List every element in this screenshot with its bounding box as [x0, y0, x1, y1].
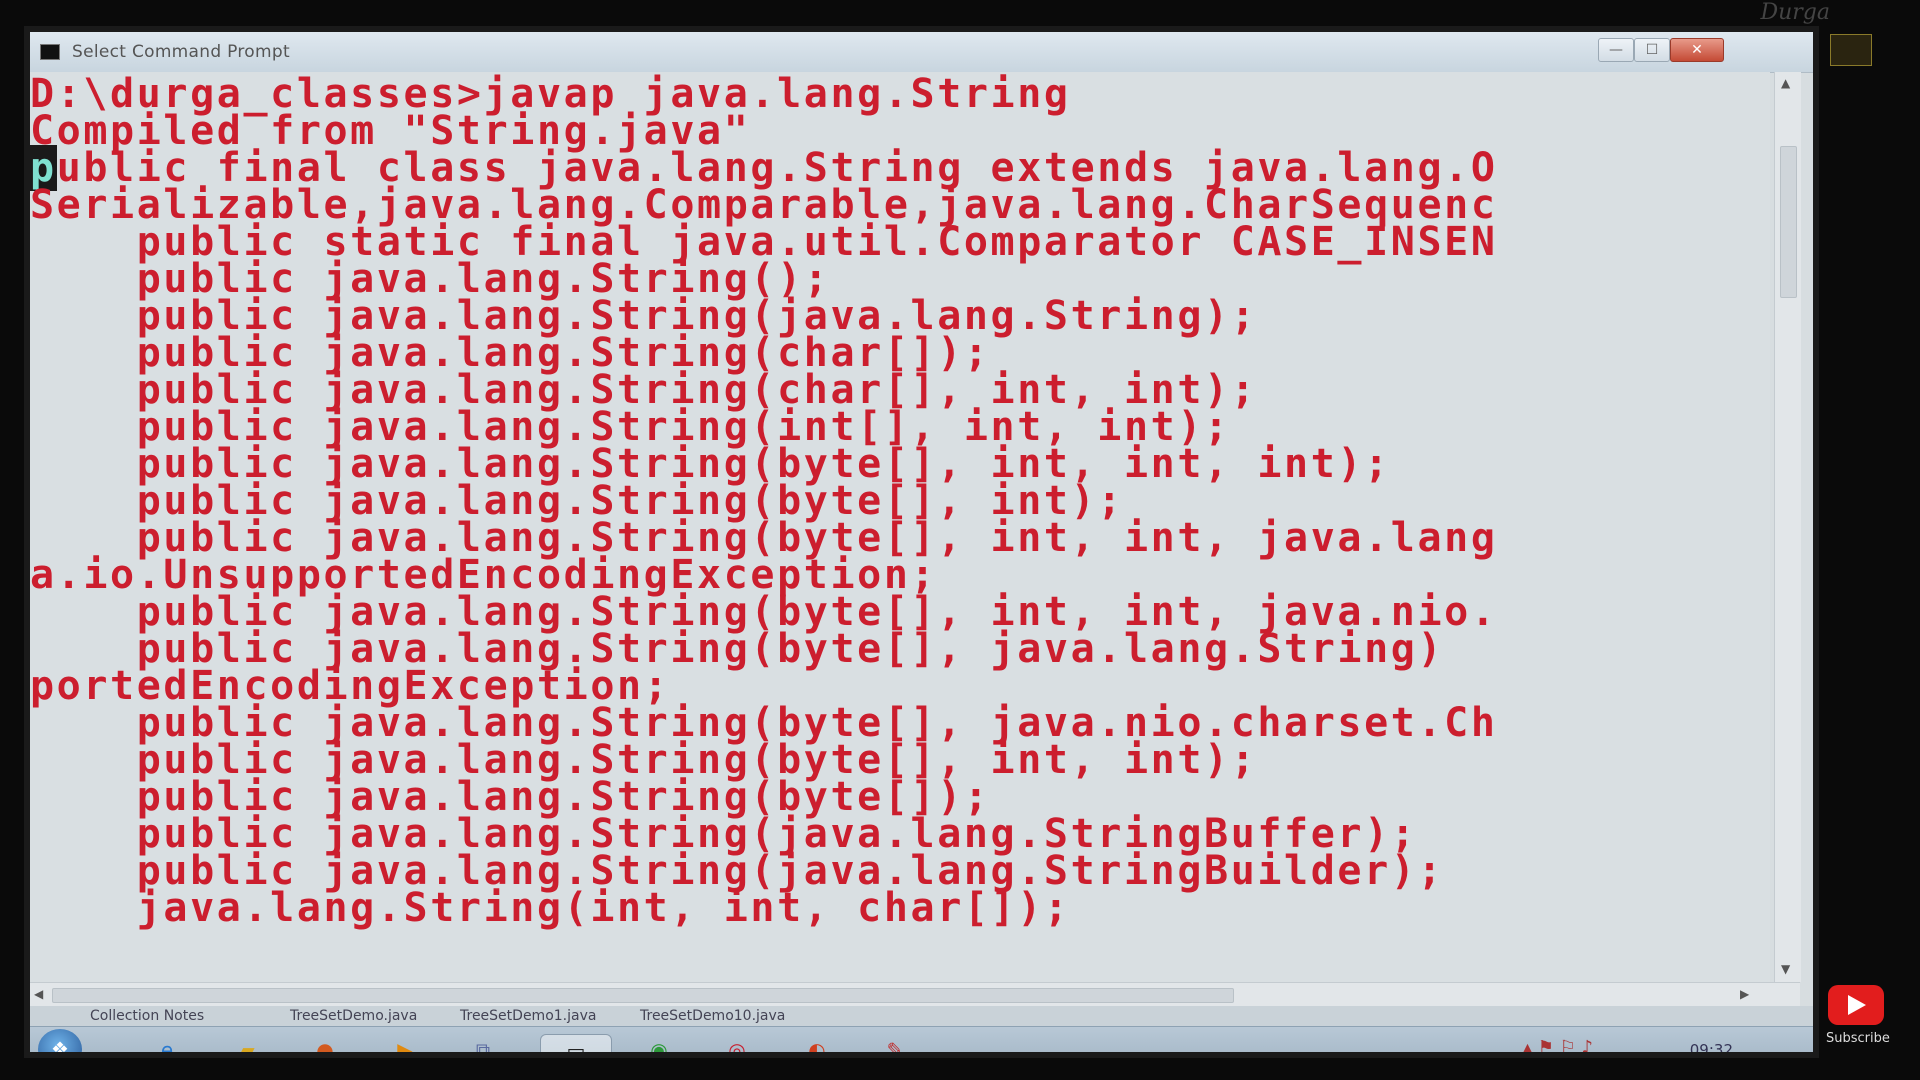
firefox-icon[interactable]: ● — [308, 1034, 342, 1052]
window-title: Select Command Prompt — [72, 42, 290, 62]
youtube-icon — [1828, 985, 1884, 1025]
cmd-window-icon[interactable] — [40, 44, 60, 60]
window-titlebar[interactable]: Select Command Prompt — ☐ ✕ — [30, 32, 1813, 73]
folder-icon[interactable]: ▰ — [230, 1034, 264, 1052]
console-output[interactable]: D:\durga_classes>javap java.lang.String … — [30, 72, 1770, 982]
tab-collection-notes[interactable]: Collection Notes — [90, 1008, 204, 1024]
minimize-button[interactable]: — — [1598, 38, 1634, 62]
scroll-left-icon[interactable]: ◀ — [34, 987, 43, 1001]
taskbar: ❖ e ▰ ● ▶ ⧉ ▭ ◉ ◎ ◐ ✎ ▴ ⚑ ⚐ ♪ 09:32 — [30, 1026, 1813, 1052]
maximize-icon: ☐ — [1645, 42, 1659, 58]
start-button[interactable]: ❖ — [38, 1029, 82, 1052]
tab-treesetdemo[interactable]: TreeSetDemo.java — [290, 1008, 417, 1024]
editor-tabs: Collection Notes TreeSetDemo.java TreeSe… — [30, 1006, 1813, 1026]
camera-badge-icon — [1830, 34, 1872, 66]
ie-icon[interactable]: e — [150, 1034, 184, 1052]
subscribe-label: Subscribe — [1826, 1031, 1890, 1046]
windows-logo-icon: ❖ — [51, 1037, 69, 1052]
app-icon[interactable]: ◐ — [800, 1034, 834, 1052]
scroll-down-icon[interactable]: ▼ — [1781, 962, 1790, 976]
clock[interactable]: 09:32 — [1690, 1041, 1733, 1052]
opera-icon[interactable]: ◎ — [720, 1034, 754, 1052]
screen: Select Command Prompt — ☐ ✕ D:\durga_cla… — [30, 32, 1813, 1052]
watermark-logo: Durga — [1760, 0, 1830, 25]
vertical-scroll-thumb[interactable] — [1780, 146, 1797, 298]
subscribe-button[interactable]: Subscribe — [1826, 985, 1890, 1046]
tab-treesetdemo10[interactable]: TreeSetDemo10.java — [640, 1008, 785, 1024]
close-button[interactable]: ✕ — [1670, 38, 1724, 62]
maximize-button[interactable]: ☐ — [1634, 38, 1670, 62]
scroll-up-icon[interactable]: ▲ — [1781, 76, 1790, 90]
scroll-right-icon[interactable]: ▶ — [1740, 987, 1749, 1001]
console-line: java.lang.String(int, int, char[]); — [30, 885, 1071, 931]
close-icon: ✕ — [1691, 42, 1703, 58]
vertical-scrollbar[interactable]: ▲ ▼ — [1774, 72, 1801, 982]
network-icon[interactable]: ⧉ — [466, 1034, 500, 1052]
tab-treesetdemo1[interactable]: TreeSetDemo1.java — [460, 1008, 596, 1024]
horizontal-scrollbar[interactable]: ◀ ▶ — [30, 982, 1800, 1007]
minimize-icon: — — [1609, 42, 1623, 58]
cmd-icon[interactable]: ▭ — [540, 1034, 612, 1052]
paint-icon[interactable]: ✎ — [878, 1034, 912, 1052]
tray-icons[interactable]: ▴ ⚑ ⚐ ♪ — [1523, 1037, 1593, 1052]
media-player-icon[interactable]: ▶ — [388, 1034, 422, 1052]
chrome-icon[interactable]: ◉ — [642, 1034, 676, 1052]
horizontal-scroll-thumb[interactable] — [52, 988, 1234, 1003]
